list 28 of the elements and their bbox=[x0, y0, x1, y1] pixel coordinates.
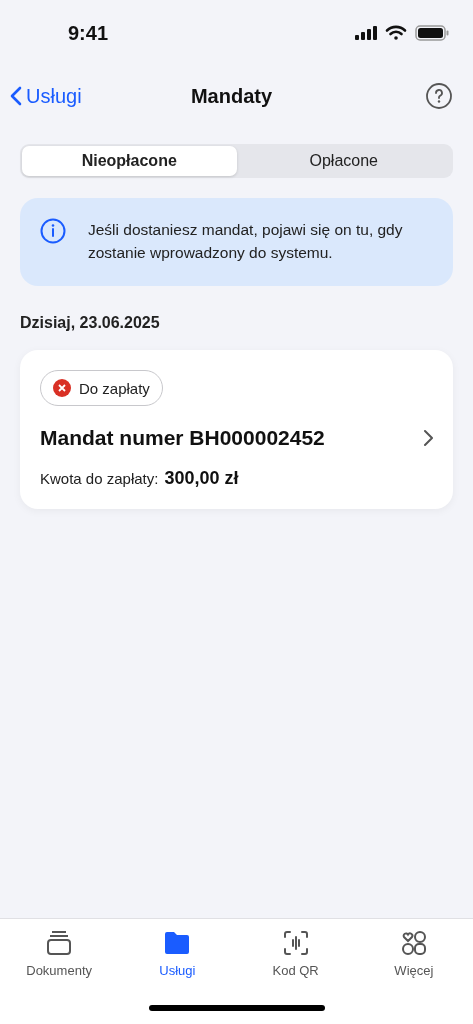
date-heading: Dzisiaj, 23.06.2025 bbox=[20, 314, 161, 332]
ticket-title: Mandat numer BH000002452 bbox=[40, 426, 325, 450]
tab-bar-item[interactable]: Kod QR bbox=[236, 929, 355, 978]
chevron-right-icon bbox=[423, 429, 433, 447]
cards-icon bbox=[45, 929, 74, 957]
info-text: Jeśli dostaniesz mandat, pojawi się on tu, gdy zostanie wprowadzony do systemu. bbox=[88, 220, 404, 263]
segment-tab[interactable]: Opłacone bbox=[236, 146, 451, 176]
scan-icon bbox=[281, 929, 310, 957]
signal-icon bbox=[355, 26, 377, 40]
amount-value: 300,00 zł bbox=[164, 468, 239, 489]
ticket-card[interactable]: Do zapłaty Mandat numer BH000002452 Kwota do zapłaty: 300,00 zł bbox=[20, 350, 453, 509]
segment-tab[interactable]: Nieopłacone bbox=[22, 146, 237, 176]
info-icon bbox=[40, 218, 66, 244]
help-icon[interactable] bbox=[425, 82, 453, 110]
page-title: Mandaty bbox=[190, 84, 273, 108]
chevron-left-icon bbox=[10, 86, 22, 106]
tab-bar-item[interactable]: Dokumenty bbox=[0, 929, 119, 978]
battery-icon bbox=[415, 25, 449, 41]
wifi-icon bbox=[385, 25, 407, 41]
amount-label: Kwota do zapłaty: bbox=[40, 470, 159, 487]
back-link[interactable]: Usługi bbox=[10, 84, 110, 108]
tab-bar-item[interactable]: Usługi bbox=[118, 929, 237, 978]
status-time: 9:41 bbox=[68, 21, 109, 45]
error-icon bbox=[53, 379, 71, 397]
folder-icon bbox=[163, 929, 192, 957]
tab-bar-item[interactable]: Więcej bbox=[354, 929, 473, 978]
apps-icon bbox=[399, 929, 428, 957]
status-text: Do zapłaty bbox=[79, 379, 150, 397]
